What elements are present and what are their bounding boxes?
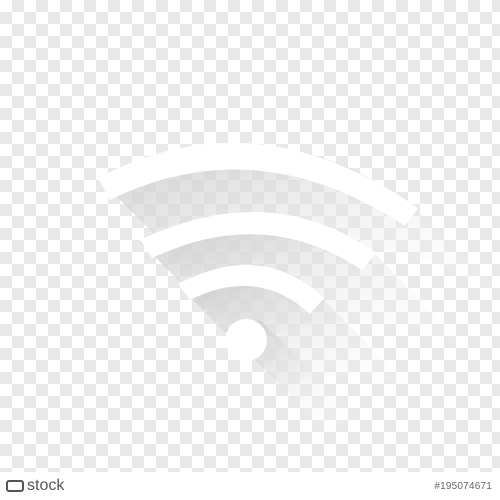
stock-logo-text: stock bbox=[27, 477, 65, 494]
stock-watermark-bar: stock #195074671 bbox=[0, 472, 500, 500]
wifi-dot bbox=[225, 319, 267, 361]
image-canvas: stock #195074671 bbox=[0, 0, 500, 500]
stock-image-id: #195074671 bbox=[434, 480, 492, 492]
adobe-stock-mark-icon bbox=[6, 480, 24, 492]
stock-logo: stock bbox=[6, 477, 64, 495]
wifi-graphic bbox=[98, 142, 500, 432]
